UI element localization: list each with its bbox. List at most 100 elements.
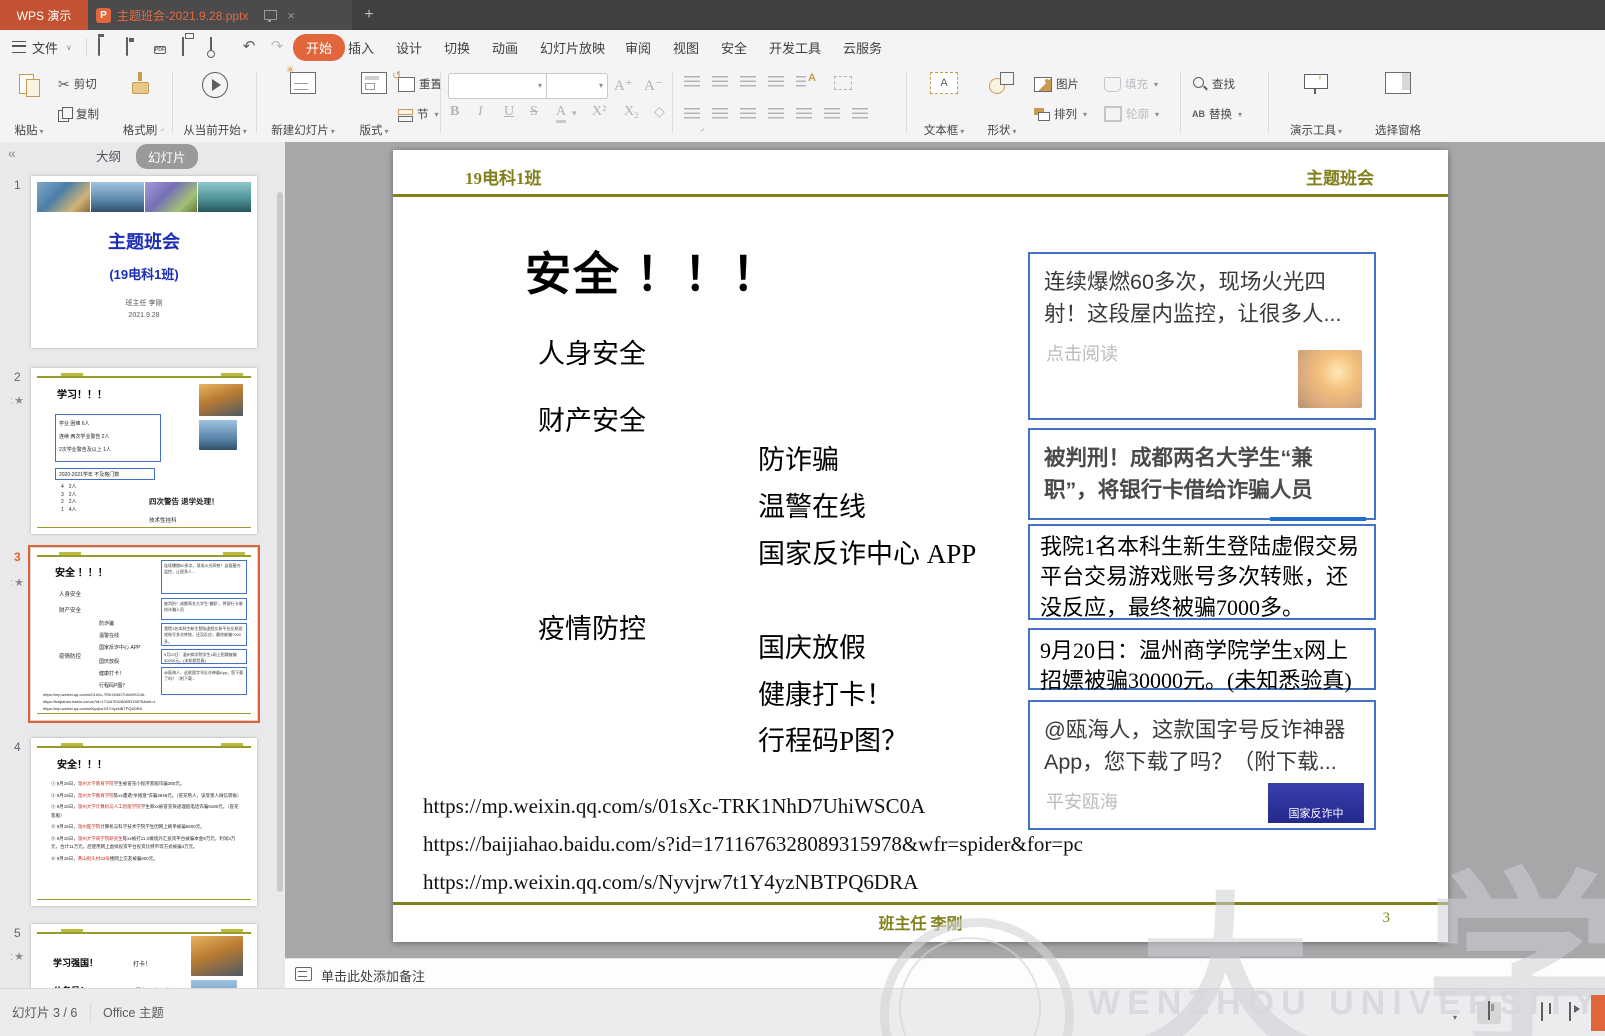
- numbered-list-button[interactable]: [712, 76, 728, 88]
- increase-font-button[interactable]: A⁺: [614, 76, 633, 95]
- export-pdf-button[interactable]: PDF: [154, 38, 172, 56]
- new-tab-button[interactable]: +: [352, 0, 386, 30]
- normal-view-button[interactable]: [1477, 1002, 1501, 1024]
- play-button-edge[interactable]: [1591, 995, 1605, 1031]
- slide-thumbnail-5[interactable]: 学习强国！ 打卡！ 公务员！ 预报名 应届生：: [31, 924, 257, 988]
- layout-button[interactable]: 版式▾: [350, 69, 398, 141]
- theme-name[interactable]: Office 主题: [103, 989, 164, 1036]
- slide-text[interactable]: 行程码P图？: [758, 719, 908, 758]
- ribbon-tab-view[interactable]: 视图: [673, 30, 699, 64]
- font-color-button[interactable]: A: [556, 104, 566, 123]
- news-card-3[interactable]: 我院1名本科生新生登陆虚假交易平台交易游戏账号多次转账，还没反应，最终被骗700…: [1028, 524, 1376, 620]
- file-menu[interactable]: 文件 ∨: [12, 30, 72, 64]
- font-family-select[interactable]: ▾: [449, 74, 547, 98]
- align-center-button[interactable]: [712, 108, 728, 120]
- play-from-current-button[interactable]: 从当前开始▾: [178, 69, 252, 141]
- slide-text[interactable]: 人身安全: [538, 332, 646, 371]
- pin-tab-icon[interactable]: [264, 10, 277, 20]
- slideshow-view-button[interactable]: [1569, 1003, 1589, 1023]
- news-card-1[interactable]: 连续爆燃60多次，现场火光四射！这段屋内监控，让很多人... 点击阅读: [1028, 252, 1376, 420]
- slide-thumbnail-2[interactable]: 学习！！！ 学业 困难 6人 连续 两次学业警告 2人 2次学业警告及以上 1人…: [31, 368, 257, 534]
- slide-footer[interactable]: 班主任 李刚: [393, 910, 1448, 934]
- slide-canvas[interactable]: 19电科1班 主题班会 安全 ！！！ 人身安全 财产安全 疫情防控 防诈骗 温警…: [393, 150, 1448, 942]
- slide-thumbnail-1[interactable]: 主题班会 (19电科1班) 班主任 李刚 2021.9.28: [31, 176, 257, 348]
- picture-button[interactable]: 图片: [1034, 72, 1079, 96]
- decrease-indent-button[interactable]: [740, 76, 756, 88]
- undo-button[interactable]: ↶: [240, 38, 258, 56]
- bold-button[interactable]: B: [450, 104, 459, 120]
- document-tab[interactable]: P 主题班会-2021.9.28.pptx ×: [88, 0, 352, 30]
- ribbon-tab-devtools[interactable]: 开发工具: [769, 30, 821, 64]
- slides-tab[interactable]: 幻灯片: [136, 144, 198, 169]
- slide-link[interactable]: https://baijiahao.baidu.com/s?id=1711676…: [423, 832, 1083, 857]
- align-left-button[interactable]: [684, 108, 700, 120]
- ribbon-tab-design[interactable]: 设计: [396, 30, 422, 64]
- textbox-button[interactable]: A 文本框▾: [916, 69, 972, 141]
- italic-button[interactable]: I: [478, 104, 483, 120]
- ribbon-tab-cloud[interactable]: 云服务: [843, 30, 882, 64]
- slide-text[interactable]: 国家反诈中心 APP: [758, 532, 976, 571]
- ribbon-tab-home[interactable]: 开始: [293, 30, 345, 64]
- notes-toggle-button[interactable]: [1435, 1003, 1455, 1023]
- slide-thumbnail-3-selected[interactable]: 安全 ！！！ 人身安全 财产安全 疫情防控 防诈骗 温警在线 国家反诈中心 AP…: [31, 548, 257, 720]
- text-direction-button[interactable]: [796, 76, 806, 88]
- underline-button[interactable]: U: [504, 104, 514, 120]
- decrease-font-button[interactable]: A⁻: [644, 76, 663, 95]
- ribbon-tab-security[interactable]: 安全: [721, 30, 747, 64]
- slide-text[interactable]: 防诈骗: [758, 438, 839, 477]
- align-right-button[interactable]: [740, 108, 756, 120]
- reset-button[interactable]: 重置: [398, 72, 442, 96]
- news-card-4[interactable]: 9月20日：温州商学院学生x网上招嫖被骗30000元。(未知悉验真): [1028, 628, 1376, 690]
- slide-title[interactable]: 安全 ！！！: [525, 238, 780, 304]
- close-tab-icon[interactable]: ×: [287, 8, 295, 23]
- increase-indent-button[interactable]: [768, 76, 784, 88]
- new-slide-button[interactable]: 新建幻灯片▾: [262, 69, 344, 141]
- copy-button[interactable]: 复制: [58, 102, 99, 126]
- distribute-button[interactable]: [796, 108, 812, 120]
- dialog-launcher-icon[interactable]: ⌟: [700, 122, 704, 133]
- print-preview-button[interactable]: [210, 38, 228, 56]
- clear-format-button[interactable]: ◇: [654, 104, 665, 121]
- bullet-list-button[interactable]: [684, 76, 700, 88]
- paragraph-border-button[interactable]: [834, 76, 852, 90]
- dialog-launcher-icon[interactable]: ⌟: [160, 122, 164, 133]
- section-button[interactable]: 节▾: [398, 102, 439, 126]
- slide-link[interactable]: https://mp.weixin.qq.com/s/Nyvjrw7t1Y4yz…: [423, 870, 918, 895]
- news-card-2[interactable]: 被判刑！成都两名大学生“兼职”，将银行卡借给诈骗人员: [1028, 428, 1376, 520]
- format-painter-button[interactable]: 格式刷: [114, 69, 166, 141]
- slide-text[interactable]: 健康打卡！: [758, 673, 893, 712]
- slide-link[interactable]: https://mp.weixin.qq.com/s/01sXc-TRK1NhD…: [423, 794, 925, 819]
- shapes-button[interactable]: 形状▾: [978, 69, 1026, 141]
- reading-view-button[interactable]: [1541, 1003, 1561, 1023]
- dropdown-arrow-icon[interactable]: ▾: [1453, 1013, 1473, 1033]
- cut-button[interactable]: ✂剪切: [58, 72, 97, 96]
- ribbon-tab-review[interactable]: 审阅: [625, 30, 651, 64]
- ribbon-tab-slideshow[interactable]: 幻灯片放映: [540, 30, 605, 64]
- save-button[interactable]: [126, 38, 144, 56]
- line-spacing-button[interactable]: [824, 108, 840, 120]
- slide-thumbnail-4[interactable]: 安全！！！ ① 9月16日，温州大学教育学院学生被冒充小程序客服诈骗380元。 …: [31, 738, 257, 906]
- notes-bar[interactable]: 单击此处添加备注: [285, 958, 1605, 989]
- slide-header-left[interactable]: 19电科1班: [465, 164, 542, 189]
- justify-button[interactable]: [768, 108, 784, 120]
- slide-text[interactable]: 疫情防控: [538, 607, 646, 646]
- open-file-button[interactable]: [98, 38, 116, 56]
- print-button[interactable]: [182, 38, 200, 56]
- slide-text[interactable]: 温警在线: [758, 485, 866, 524]
- slide-text[interactable]: 国庆放假: [758, 626, 866, 665]
- slide-sorter-view-button[interactable]: [1511, 1003, 1531, 1023]
- sidebar-scrollbar[interactable]: [277, 192, 283, 892]
- ribbon-tab-transition[interactable]: 切换: [444, 30, 470, 64]
- ribbon-tab-animation[interactable]: 动画: [492, 30, 518, 64]
- strikethrough-button[interactable]: S: [530, 104, 538, 120]
- font-size-select[interactable]: ▾: [547, 74, 607, 98]
- find-button[interactable]: 查找: [1192, 72, 1235, 96]
- redo-button[interactable]: ↷: [268, 38, 286, 56]
- paragraph-spacing-button[interactable]: [852, 108, 868, 120]
- slide-header-right[interactable]: 主题班会: [1306, 164, 1374, 189]
- outline-tab[interactable]: 大纲: [96, 146, 121, 165]
- app-home-tab[interactable]: WPS 演示: [0, 0, 88, 30]
- ribbon-tab-insert[interactable]: 插入: [348, 30, 374, 64]
- collapse-panel-button[interactable]: «: [8, 145, 16, 161]
- news-card-5[interactable]: @瓯海人，这款国字号反诈神器App，您下载了吗？（附下载... 平安瓯海 国家反…: [1028, 700, 1376, 830]
